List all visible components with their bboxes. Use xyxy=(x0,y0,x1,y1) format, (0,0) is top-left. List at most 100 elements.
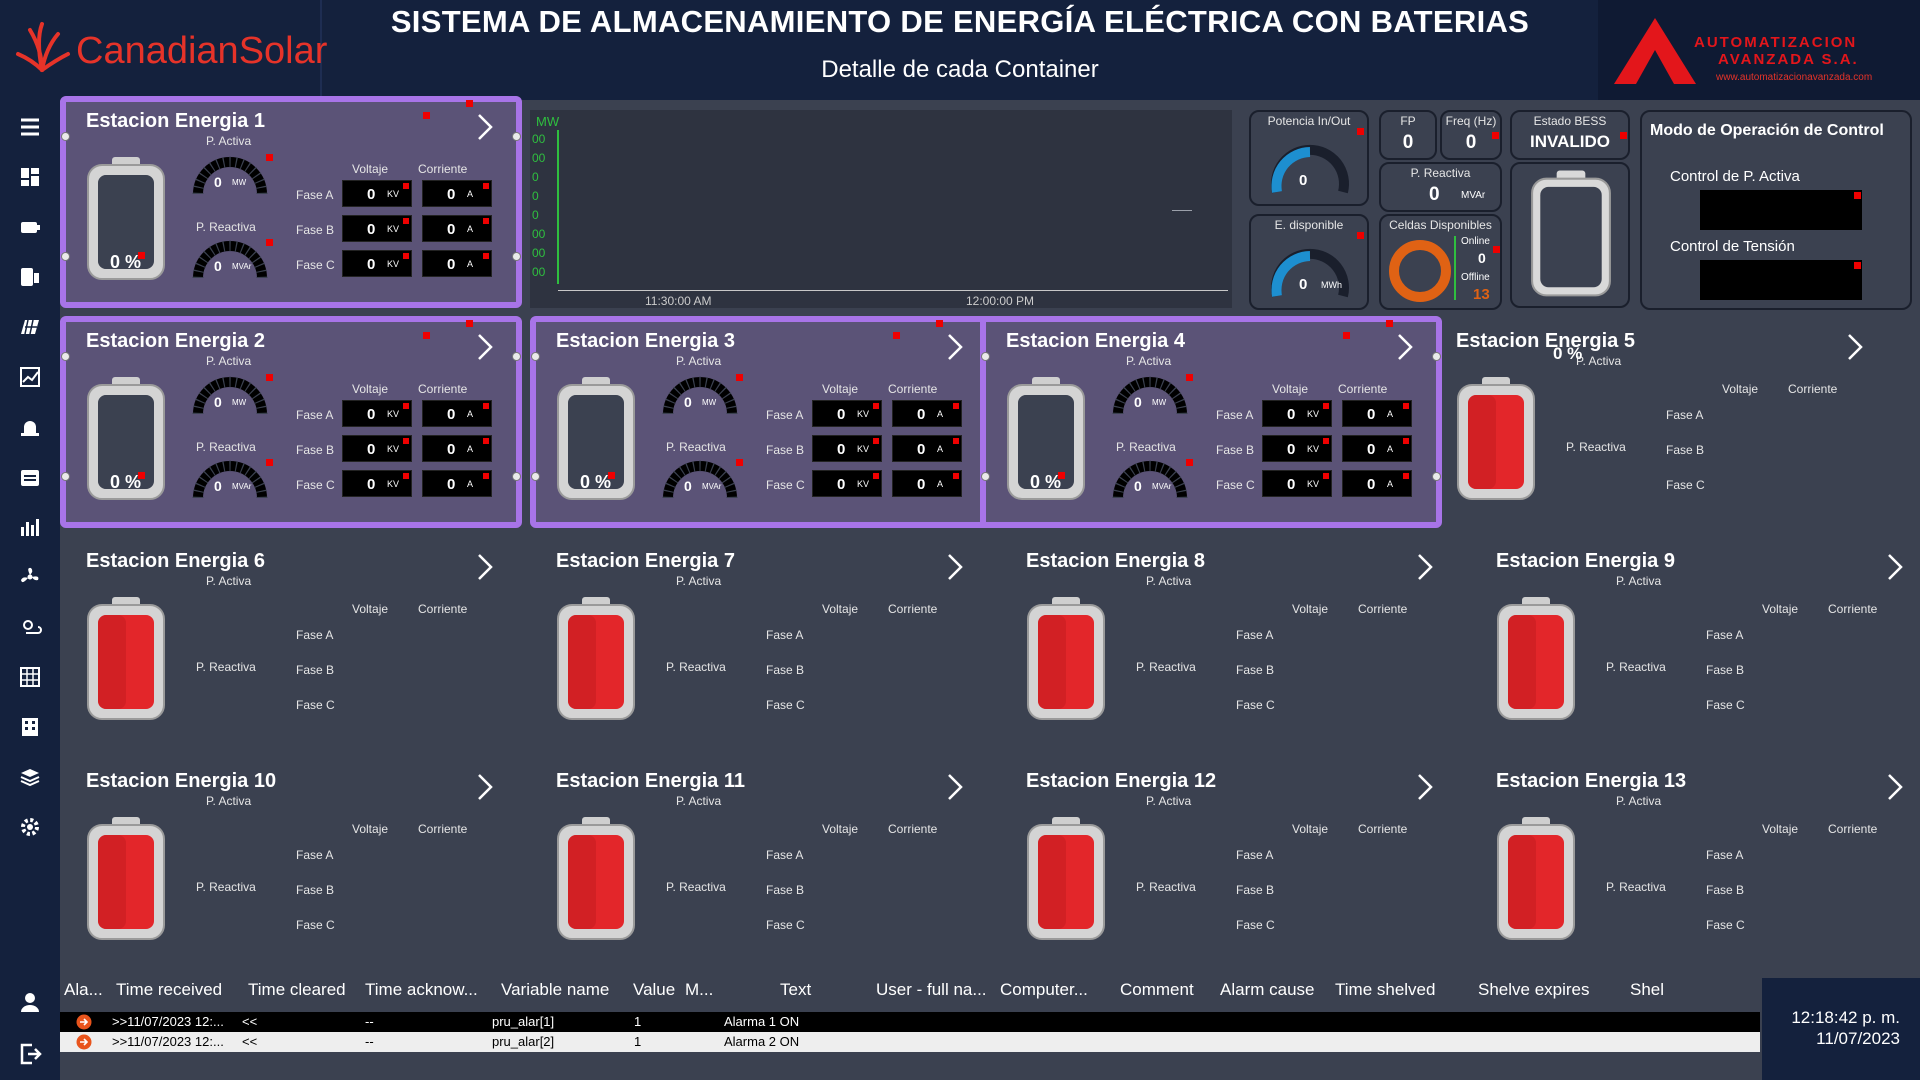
station-card[interactable]: Estacion Energia 12 P. Activa P. Reactiva V… xyxy=(1006,762,1456,972)
resize-handle[interactable] xyxy=(512,252,521,261)
logout-icon[interactable] xyxy=(13,1037,47,1071)
status-dot xyxy=(1386,320,1393,327)
resize-handle[interactable] xyxy=(512,352,521,361)
alarm-column-header[interactable]: M... xyxy=(685,980,713,1000)
station-card[interactable]: Estacion Energia 2 P. Activa P. Reactiva Vo… xyxy=(60,316,522,528)
current-value: 0 xyxy=(917,441,926,458)
chevron-right-icon[interactable] xyxy=(944,772,966,802)
alarm-column-header[interactable]: Text xyxy=(780,980,811,1000)
user-icon[interactable] xyxy=(13,985,47,1019)
calendar-icon[interactable] xyxy=(13,460,47,494)
current-value: 0 xyxy=(447,186,456,203)
resize-handle[interactable] xyxy=(61,352,70,361)
chevron-right-icon[interactable] xyxy=(474,772,496,802)
chevron-right-icon[interactable] xyxy=(1884,772,1906,802)
station-card[interactable]: Estacion Energia 13 P. Activa P. Reactiva V… xyxy=(1476,762,1920,972)
chevron-right-icon[interactable] xyxy=(1414,552,1436,582)
alarm-column-header[interactable]: Time cleared xyxy=(248,980,346,1000)
chevron-right-icon[interactable] xyxy=(474,112,496,142)
alarm-column-header[interactable]: Computer... xyxy=(1000,980,1088,1000)
fase-label: Fase A xyxy=(296,408,334,422)
station-card[interactable]: Estacion Energia 3 P. Activa P. Reactiva Vo… xyxy=(530,316,992,528)
station-card[interactable]: Estacion Energia 9 P. Activa P. Reactiva Vo… xyxy=(1476,542,1920,752)
alarm-column-header[interactable]: User - full na... xyxy=(876,980,987,1000)
chevron-right-icon[interactable] xyxy=(944,552,966,582)
alarm-column-header[interactable]: Alarm cause xyxy=(1220,980,1314,1000)
station-card[interactable]: Estacion Energia 5 P. Activa P. Reactiva Vo… xyxy=(1436,322,1886,532)
dashboard-icon[interactable] xyxy=(13,160,47,194)
pactiva-control-field[interactable] xyxy=(1700,190,1862,230)
bar-chart-icon[interactable] xyxy=(13,510,47,544)
alarm-column-header[interactable]: Comment xyxy=(1120,980,1194,1000)
celdas-panel: Celdas Disponibles Online 0 Offline 13 xyxy=(1379,214,1502,310)
station-title: Estacion Energia 10 xyxy=(86,770,277,792)
trend-y-ticks: 00 00 0 0 0 00 00 00 xyxy=(530,132,554,282)
gear-icon[interactable] xyxy=(13,810,47,844)
resize-handle[interactable] xyxy=(61,472,70,481)
alarm-row[interactable]: >>11/07/2023 12:... << -- pru_alar[1] 1 Alarm… xyxy=(60,1012,1760,1032)
p-reactiva-unit: MVAr xyxy=(232,482,252,491)
p-activa-gauge xyxy=(192,376,268,415)
fase-label: Fase B xyxy=(296,443,335,457)
resize-handle[interactable] xyxy=(981,352,990,361)
station-card[interactable]: Estacion Energia 4 P. Activa P. Reactiva Vo… xyxy=(980,316,1442,528)
modo-panel: Modo de Operación de Control Control de … xyxy=(1640,110,1912,310)
clock-panel: 12:18:42 p. m. 11/07/2023 xyxy=(1762,978,1920,1080)
chevron-right-icon[interactable] xyxy=(1414,772,1436,802)
module-icon[interactable] xyxy=(13,760,47,794)
station-title: Estacion Energia 6 xyxy=(86,550,265,572)
resize-handle[interactable] xyxy=(531,352,540,361)
alarm-column-header[interactable]: Variable name xyxy=(501,980,609,1000)
chevron-right-icon[interactable] xyxy=(1394,332,1416,362)
panel-icon[interactable] xyxy=(13,310,47,344)
status-dot xyxy=(1493,246,1500,253)
alarm-column-header[interactable]: Time acknow... xyxy=(365,980,478,1000)
voltage-unit: KV xyxy=(387,259,400,269)
alarm-column-header[interactable]: Ala... xyxy=(64,980,103,1000)
station-card[interactable]: Estacion Energia 11 P. Activa P. Reactiva V… xyxy=(536,762,986,972)
fase-label: Fase A xyxy=(296,628,334,642)
alarm-column-header[interactable]: Shelve expires xyxy=(1478,980,1590,1000)
tension-control-field[interactable] xyxy=(1700,260,1862,300)
resize-handle[interactable] xyxy=(512,472,521,481)
station-card[interactable]: Estacion Energia 7 P. Activa P. Reactiva Vo… xyxy=(536,542,986,752)
menu-icon[interactable] xyxy=(13,110,47,144)
alarm-column-header[interactable]: Value xyxy=(633,980,675,1000)
chevron-right-icon[interactable] xyxy=(474,552,496,582)
chart-line-icon[interactable] xyxy=(13,360,47,394)
battery-icon[interactable] xyxy=(13,210,47,244)
fase-label: Fase C xyxy=(1236,698,1275,712)
resize-handle[interactable] xyxy=(531,472,540,481)
alarm-column-header[interactable]: Shel xyxy=(1630,980,1664,1000)
station-title: Estacion Energia 2 xyxy=(86,330,265,352)
alarm-column-header[interactable]: Time received xyxy=(116,980,222,1000)
alarm-row[interactable]: >>11/07/2023 12:... << -- pru_alar[2] 1 Alarm… xyxy=(60,1032,1760,1052)
current-display: 0A xyxy=(892,470,962,497)
resize-handle[interactable] xyxy=(981,472,990,481)
brand-right-line2: AVANZADA S.A. xyxy=(1718,51,1859,68)
chevron-right-icon[interactable] xyxy=(1884,552,1906,582)
current-value: 0 xyxy=(447,256,456,273)
alarm-column-header[interactable]: Time shelved xyxy=(1335,980,1435,1000)
station-card[interactable]: Estacion Energia 10 P. Activa P. Reactiva V… xyxy=(66,762,516,972)
chevron-right-icon[interactable] xyxy=(474,332,496,362)
resize-handle[interactable] xyxy=(61,252,70,261)
resize-handle[interactable] xyxy=(61,132,70,141)
alarm-icon[interactable] xyxy=(13,410,47,444)
chevron-right-icon[interactable] xyxy=(944,332,966,362)
station-card[interactable]: Estacion Energia 1 P. Activa P. Reactiva Vo… xyxy=(60,96,522,308)
grid-icon[interactable] xyxy=(13,660,47,694)
resize-handle[interactable] xyxy=(512,132,521,141)
trend-y-tick: 00 xyxy=(532,265,546,279)
voltaje-label: Voltaje xyxy=(352,382,389,396)
storage-icon[interactable] xyxy=(13,260,47,294)
online-label: Online xyxy=(1461,236,1490,247)
station-card[interactable]: Estacion Energia 6 P. Activa P. Reactiva Vo… xyxy=(66,542,516,752)
p-reactiva-label: P. Reactiva xyxy=(196,660,256,674)
station-card[interactable]: Estacion Energia 8 P. Activa P. Reactiva Vo… xyxy=(1006,542,1456,752)
fan-icon[interactable] xyxy=(13,560,47,594)
chevron-right-icon[interactable] xyxy=(1844,332,1866,362)
alarm-time-ack: -- xyxy=(365,1014,374,1029)
building-icon[interactable] xyxy=(13,710,47,744)
weather-icon[interactable] xyxy=(13,610,47,644)
